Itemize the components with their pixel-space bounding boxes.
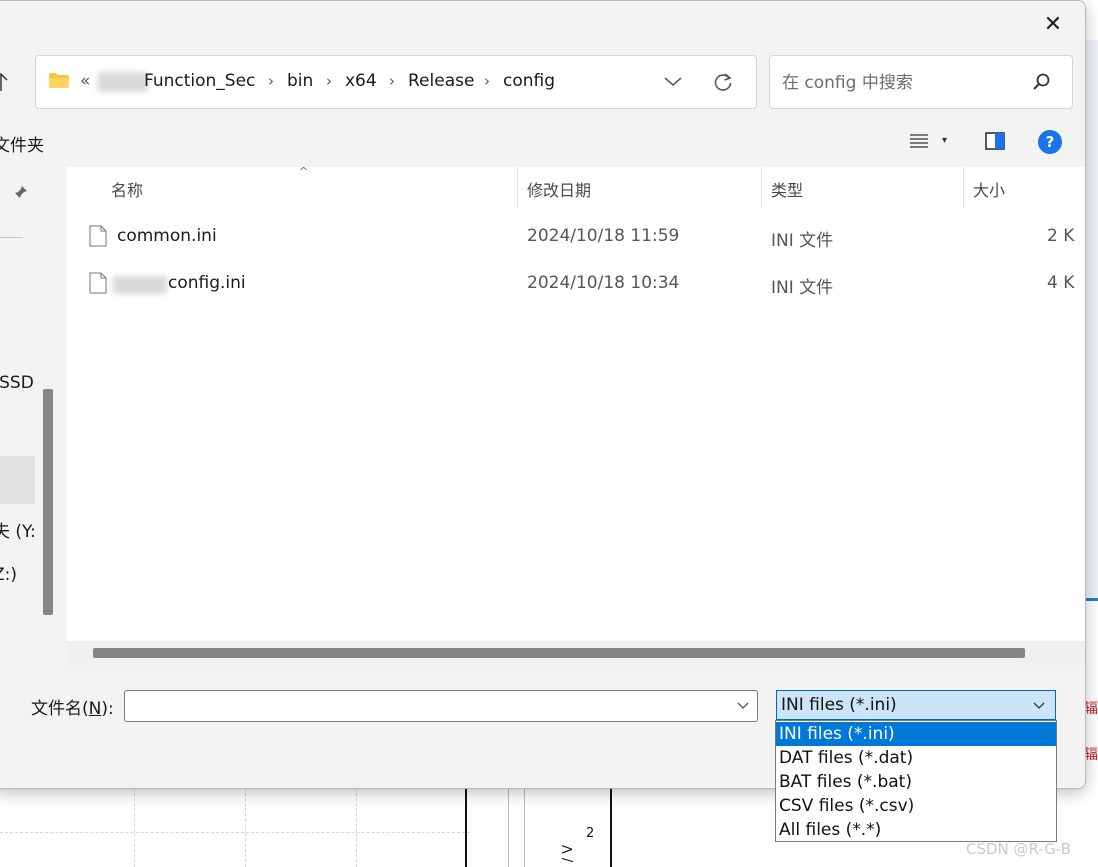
breadcrumb-separator-icon[interactable]: › — [484, 72, 490, 90]
nav-item-drive-z[interactable]: Z:) — [0, 565, 17, 585]
table-row[interactable]: common.ini 2024/10/18 11:59 INI 文件 2 K — [67, 215, 1085, 259]
filename-label-text: ): — [101, 699, 114, 719]
dropdown-option-dat[interactable]: DAT files (*.dat) — [776, 746, 1056, 770]
background-red-text: 辐 — [1084, 701, 1098, 717]
breadcrumb-separator-icon[interactable]: › — [389, 72, 395, 90]
dropdown-option-csv[interactable]: CSV files (*.csv) — [776, 794, 1056, 818]
column-header-modified[interactable]: 修改日期 — [527, 177, 591, 201]
plot-gridline — [356, 788, 357, 867]
search-box[interactable] — [769, 55, 1073, 109]
table-row[interactable]: config.ini 2024/10/18 10:34 INI 文件 4 K — [67, 262, 1085, 306]
file-type: INI 文件 — [771, 278, 834, 298]
background-red-text: 辐 — [1084, 747, 1098, 763]
file-type: INI 文件 — [771, 231, 834, 251]
horizontal-scrollbar-thumb[interactable] — [93, 648, 1025, 658]
column-divider[interactable] — [963, 167, 964, 209]
column-header-size[interactable]: 大小 — [973, 177, 1005, 201]
view-dropdown-icon[interactable]: ▾ — [942, 135, 947, 146]
file-name: common.ini — [117, 226, 217, 246]
search-icon[interactable] — [1032, 72, 1052, 92]
column-header-type[interactable]: 类型 — [771, 177, 803, 201]
column-header-name[interactable]: 名称 — [111, 177, 143, 201]
file-size: 4 K — [1047, 273, 1075, 293]
new-folder-button[interactable]: 文件夹 — [0, 131, 44, 156]
file-size: 2 K — [1047, 226, 1075, 246]
nav-divider — [0, 237, 23, 238]
column-divider[interactable] — [761, 167, 762, 209]
horizontal-scrollbar[interactable] — [67, 641, 1085, 665]
nav-scrollbar[interactable] — [43, 389, 53, 615]
folder-icon — [49, 73, 69, 88]
refresh-button[interactable] — [708, 68, 738, 96]
breadcrumb-bin[interactable]: bin — [287, 71, 313, 91]
nav-item-selected[interactable] — [0, 456, 35, 504]
filename-label-text: 文件名( — [31, 699, 89, 719]
file-icon — [89, 272, 107, 294]
file-type-dropdown-list: INI files (*.ini) DAT files (*.dat) BAT … — [775, 720, 1057, 842]
redacted-text — [98, 72, 148, 92]
filename-combobox[interactable] — [124, 690, 758, 722]
file-modified: 2024/10/18 10:34 — [527, 273, 680, 293]
file-modified: 2024/10/18 11:59 — [527, 226, 680, 246]
background-accent-line — [1085, 598, 1098, 601]
close-icon: ✕ — [1043, 11, 1063, 37]
dropdown-option-ini[interactable]: INI files (*.ini) — [776, 722, 1056, 746]
file-list: ^ 名称 修改日期 类型 大小 common.ini 2024/10/18 11… — [67, 165, 1085, 665]
plot-axis — [465, 788, 467, 867]
close-button[interactable]: ✕ — [1033, 7, 1073, 41]
address-history-button[interactable] — [658, 68, 688, 96]
search-input[interactable] — [780, 70, 1024, 96]
up-arrow-icon[interactable] — [0, 65, 15, 99]
column-divider[interactable] — [517, 167, 518, 209]
navigation-pane: -SSD ) 夫 (Y: Z:) — [0, 167, 59, 665]
filename-label: 文件名(N): — [31, 694, 114, 719]
view-options-icon[interactable] — [908, 132, 930, 150]
file-type-filter-select[interactable]: INI files (*.ini) — [776, 690, 1056, 720]
breadcrumb-overflow[interactable]: « — [80, 71, 90, 91]
refresh-icon — [714, 73, 732, 91]
plot-frame — [524, 788, 525, 867]
preview-pane-icon[interactable] — [985, 132, 1005, 150]
help-icon[interactable]: ? — [1038, 130, 1062, 154]
breadcrumb-x64[interactable]: x64 — [345, 71, 377, 91]
breadcrumb-release[interactable]: Release — [408, 71, 474, 91]
breadcrumb-separator-icon[interactable]: › — [268, 72, 274, 90]
background-panel — [1085, 40, 1098, 600]
chevron-down-icon — [664, 77, 682, 86]
nav-item-ssd[interactable]: -SSD — [0, 373, 34, 393]
breadcrumb-function-sec[interactable]: Function_Sec — [144, 71, 255, 91]
chevron-down-icon[interactable] — [737, 702, 749, 710]
open-file-dialog: ✕ « Function_Sec › bin › x64 › Release ›… — [0, 0, 1086, 789]
address-bar[interactable]: « Function_Sec › bin › x64 › Release › c… — [35, 55, 757, 109]
filename-label-accesskey: N — [88, 699, 102, 719]
plot-axis — [610, 788, 612, 867]
chevron-down-icon[interactable] — [1033, 702, 1045, 710]
redacted-text — [113, 276, 167, 294]
sort-ascending-icon: ^ — [299, 165, 309, 178]
file-icon — [89, 225, 107, 247]
nav-item-drive-y[interactable]: 夫 (Y: — [0, 517, 36, 542]
plot-gridline — [134, 788, 135, 867]
plot-frame — [508, 788, 509, 867]
file-type-filter-value: INI files (*.ini) — [781, 695, 897, 715]
dropdown-option-bat[interactable]: BAT files (*.bat) — [776, 770, 1056, 794]
file-name: config.ini — [168, 273, 246, 293]
breadcrumb-separator-icon[interactable]: › — [326, 72, 332, 90]
watermark: CSDN @R-G-B — [966, 840, 1072, 858]
plot-gridline — [245, 788, 246, 867]
breadcrumb-config[interactable]: config — [503, 71, 555, 91]
plot-tick-label: 2 — [586, 826, 595, 841]
filename-input[interactable] — [131, 695, 725, 719]
plot-axis-label: / V — [561, 844, 577, 863]
dropdown-option-all[interactable]: All files (*.*) — [776, 818, 1056, 842]
pin-icon[interactable] — [14, 185, 28, 203]
plot-gridline — [0, 832, 470, 833]
